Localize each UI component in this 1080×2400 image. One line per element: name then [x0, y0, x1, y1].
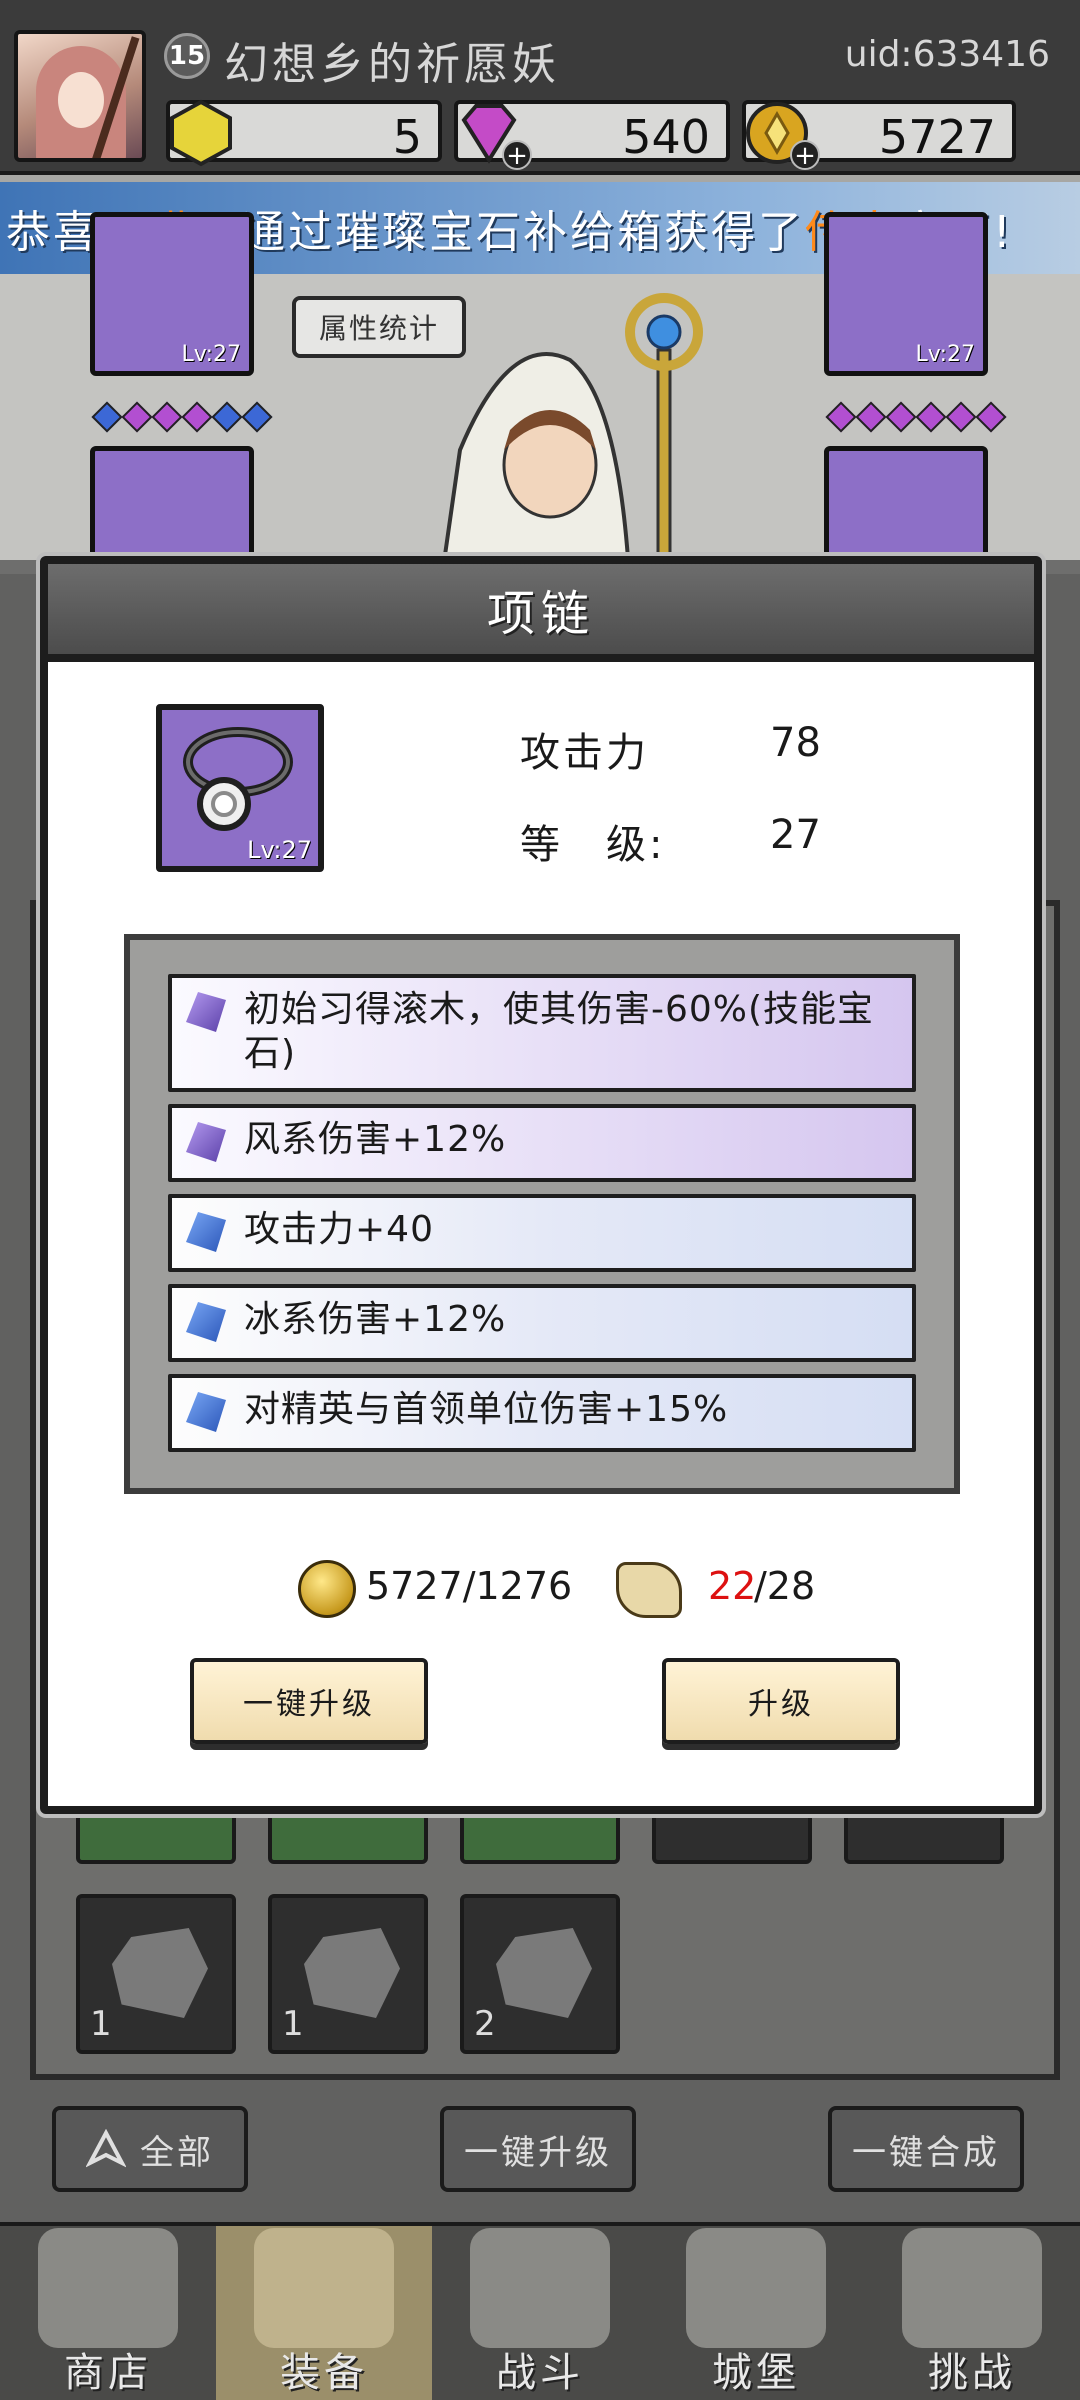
player-uid: uid:633416	[844, 34, 1050, 75]
dialog-header: 项链	[48, 564, 1034, 662]
coin-cost: 5727/1276	[366, 1564, 573, 1608]
crossed-swords-icon	[470, 2228, 610, 2348]
equipment-bag-icon	[254, 2228, 394, 2348]
level-label: 等 级:	[520, 822, 666, 868]
blue-gem-icon	[186, 1392, 226, 1432]
scroll-need: /28	[754, 1564, 816, 1608]
challenge-shield-icon	[902, 2228, 1042, 2348]
inventory-slot[interactable]: 1	[268, 1894, 428, 2054]
upgrade-button[interactable]: 升级	[662, 1658, 900, 1744]
affix-list: 初始习得滚木，使其伤害-60%(技能宝石) 风系伤害+12% 攻击力+40 冰系…	[124, 934, 960, 1494]
item-count: 2	[474, 2004, 496, 2044]
nav-battle-label: 战斗	[496, 2350, 584, 2396]
affix-row: 攻击力+40	[168, 1194, 916, 1272]
boots-gem-sockets	[825, 401, 1007, 433]
scroll-icon	[616, 1562, 682, 1618]
hex-gem-value: 5	[392, 110, 422, 164]
affix-text: 攻击力+40	[244, 1209, 434, 1250]
castle-icon	[686, 2228, 826, 2348]
one-click-upgrade-button[interactable]: 一键升级	[190, 1658, 428, 1744]
nav-castle[interactable]: 城堡	[648, 2226, 864, 2400]
boots-slot[interactable]: Lv:27	[824, 212, 988, 376]
player-name: 幻想乡的祈愿妖	[224, 39, 560, 90]
announcement-middle: 通过璀璨宝石补给箱获得了	[241, 207, 805, 258]
item-count: 1	[282, 2004, 304, 2044]
announcement-prefix: 恭喜	[6, 207, 100, 258]
affix-row: 对精英与首领单位伤害+15%	[168, 1374, 916, 1452]
nav-equipment[interactable]: 装备	[216, 2226, 432, 2400]
item-level-tag: Lv:27	[247, 836, 312, 864]
blue-gem-icon	[186, 1302, 226, 1342]
helmet-level: Lv:27	[181, 342, 241, 367]
scroll-have: 22	[708, 1564, 757, 1608]
nav-equipment-label: 装备	[280, 2350, 368, 2396]
ore-icon	[112, 1928, 208, 2018]
add-coin-button[interactable]: +	[790, 140, 820, 170]
item-icon-frame: Lv:27	[156, 704, 324, 872]
inventory-slot[interactable]: 2	[460, 1894, 620, 2054]
ore-icon	[496, 1928, 592, 2018]
nav-castle-label: 城堡	[712, 2350, 800, 2396]
shop-icon	[38, 2228, 178, 2348]
item-detail-dialog: 项链 Lv:27 攻击力 78 等 级: 27 初始习得滚木，使其伤害-60%(…	[40, 556, 1042, 1814]
hex-gem-icon	[170, 99, 232, 167]
attack-value: 78	[770, 720, 821, 766]
affix-row: 初始习得滚木，使其伤害-60%(技能宝石)	[168, 974, 916, 1092]
dialog-title: 项链	[486, 586, 595, 642]
hex-gem-counter: 5	[166, 99, 442, 167]
nav-shop[interactable]: 商店	[0, 2226, 216, 2400]
add-diamond-button[interactable]: +	[502, 140, 532, 170]
purple-gem-icon	[186, 1122, 226, 1162]
diamond-counter[interactable]: + 540	[454, 100, 730, 170]
nav-shop-label: 商店	[64, 2350, 152, 2396]
affix-text: 风系伤害+12%	[244, 1119, 507, 1160]
bottom-nav: 商店 装备 战斗 城堡 挑战	[0, 2222, 1080, 2400]
ore-icon	[304, 1928, 400, 2018]
filter-all-label: 全部	[140, 2132, 214, 2173]
top-bar: 15 幻想乡的祈愿妖 uid:633416 5 + 540 + 5727	[0, 0, 1080, 175]
filter-all-button[interactable]: 全部	[52, 2106, 248, 2192]
helmet-gem-sockets	[91, 401, 273, 433]
affix-row: 风系伤害+12%	[168, 1104, 916, 1182]
upgrade-all-button[interactable]: 一键升级	[440, 2106, 636, 2192]
coin-counter[interactable]: + 5727	[742, 100, 1016, 170]
nav-battle[interactable]: 战斗	[432, 2226, 648, 2400]
attack-label: 攻击力	[520, 730, 649, 776]
affix-text: 对精英与首领单位伤害+15%	[244, 1389, 729, 1430]
upgrade-cost: 5727/1276 22 /28	[48, 1554, 1034, 1624]
inventory-slot[interactable]: 1	[76, 1894, 236, 2054]
player-avatar[interactable]	[14, 30, 146, 162]
helmet-slot[interactable]: Lv:27	[90, 212, 254, 376]
nav-challenge-label: 挑战	[928, 2350, 1016, 2396]
triangle-up-icon	[86, 2129, 126, 2168]
item-count: 1	[90, 2004, 112, 2044]
level-value: 27	[770, 812, 821, 858]
affix-text: 初始习得滚木，使其伤害-60%(技能宝石)	[244, 989, 875, 1074]
nav-challenge[interactable]: 挑战	[864, 2226, 1080, 2400]
purple-gem-icon	[186, 992, 226, 1032]
affix-row: 冰系伤害+12%	[168, 1284, 916, 1362]
blue-gem-icon	[186, 1212, 226, 1252]
boots-level: Lv:27	[915, 342, 975, 367]
hero-character	[437, 293, 703, 590]
coin-value: 5727	[878, 110, 996, 164]
coin-icon	[298, 1560, 356, 1618]
merge-all-button[interactable]: 一键合成	[828, 2106, 1024, 2192]
affix-text: 冰系伤害+12%	[244, 1299, 507, 1340]
diamond-value: 540	[622, 110, 710, 164]
player-level-badge: 15	[164, 33, 210, 79]
